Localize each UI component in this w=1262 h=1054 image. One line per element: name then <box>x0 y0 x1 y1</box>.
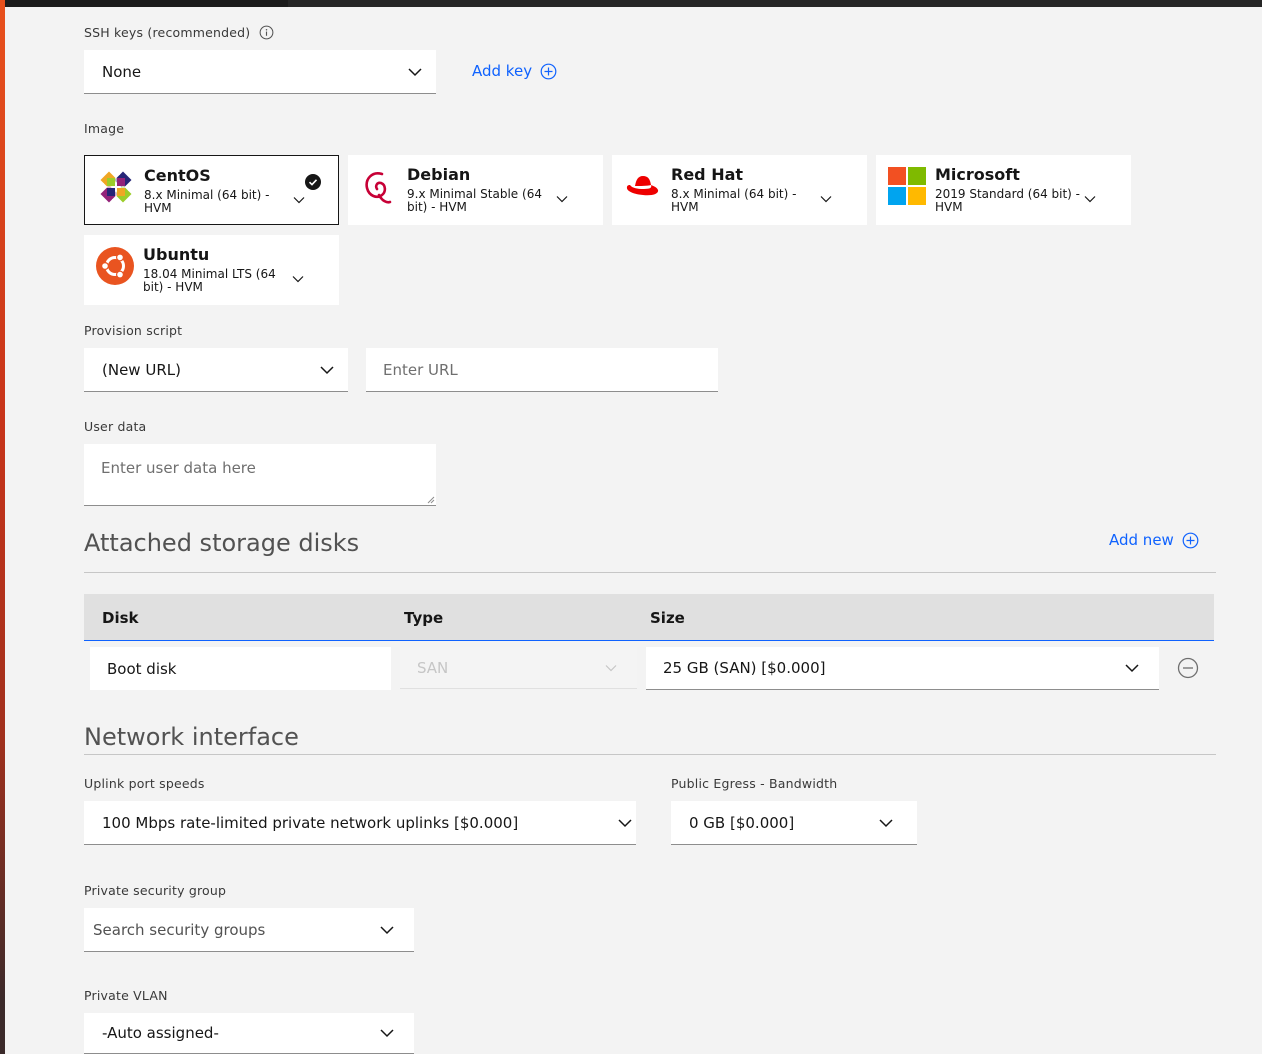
image-card-ubuntu[interactable]: Ubuntu 18.04 Minimal LTS (64 bit) - HVM <box>84 235 339 305</box>
disk-type: SAN <box>417 658 449 677</box>
column-header-type: Type <box>404 609 444 627</box>
chevron-down-icon[interactable] <box>820 195 832 203</box>
image-name: Debian <box>407 165 471 184</box>
uplink-port-select[interactable]: 100 Mbps rate-limited private network up… <box>84 801 636 845</box>
image-desc: 8.x Minimal (64 bit) - HVM <box>671 187 797 214</box>
user-data-textarea[interactable]: Enter user data here <box>84 444 436 506</box>
chevron-down-icon[interactable] <box>556 195 568 203</box>
provision-script-value: (New URL) <box>102 360 181 379</box>
microsoft-logo-icon <box>888 167 926 205</box>
uplink-value: 100 Mbps rate-limited private network up… <box>102 813 519 832</box>
security-group-select[interactable]: Search security groups <box>84 908 414 952</box>
image-desc: 8.x Minimal (64 bit) - HVM <box>144 188 270 215</box>
provision-script-label: Provision script <box>84 323 183 338</box>
centos-logo-icon <box>99 170 133 204</box>
vlan-value: -Auto assigned- <box>102 1024 219 1042</box>
vlan-select[interactable]: -Auto assigned- <box>84 1013 414 1054</box>
add-new-label: Add new <box>1109 531 1174 549</box>
image-label: Image <box>84 121 125 136</box>
checkmark-filled-icon <box>305 174 321 190</box>
egress-value: 0 GB [$0.000] <box>689 813 795 832</box>
egress-label: Public Egress - Bandwidth <box>671 776 838 791</box>
image-card-debian[interactable]: Debian 9.x Minimal Stable (64 bit) - HVM <box>348 155 603 225</box>
image-name: Red Hat <box>671 165 744 184</box>
uplink-label: Uplink port speeds <box>84 776 205 791</box>
disk-name-cell: Boot disk <box>90 647 391 690</box>
image-name: Ubuntu <box>143 245 210 264</box>
redhat-logo-icon <box>626 176 659 196</box>
provision-script-select[interactable]: (New URL) <box>84 348 348 392</box>
chevron-down-icon <box>380 1029 394 1038</box>
image-name: Microsoft <box>935 165 1020 184</box>
vlan-label: Private VLAN <box>84 988 168 1003</box>
image-desc: 2019 Standard (64 bit) - HVM <box>935 187 1081 214</box>
chevron-down-icon[interactable] <box>1084 195 1096 203</box>
add-key-link[interactable]: Add key <box>472 62 557 80</box>
column-header-size: Size <box>650 609 685 627</box>
add-circle-icon <box>1182 532 1199 548</box>
top-bar-segment <box>5 0 288 7</box>
network-section-title: Network interface <box>84 723 299 751</box>
storage-section-title: Attached storage disks <box>84 529 360 557</box>
add-key-label: Add key <box>472 62 533 80</box>
chevron-down-icon <box>380 925 394 934</box>
chevron-down-icon[interactable] <box>292 275 304 283</box>
resize-grip-icon[interactable] <box>427 496 435 504</box>
section-divider <box>84 572 1216 573</box>
user-data-label: User data <box>84 419 147 434</box>
ssh-keys-select[interactable]: None <box>84 50 436 94</box>
provision-url-input[interactable]: Enter URL <box>366 348 718 392</box>
chevron-down-icon <box>320 365 334 374</box>
disk-size: 25 GB (SAN) [$0.000] <box>663 659 826 677</box>
disk-name: Boot disk <box>107 659 177 678</box>
image-desc: 18.04 Minimal LTS (64 bit) - HVM <box>143 267 276 294</box>
debian-logo-icon <box>365 172 392 204</box>
ubuntu-logo-icon <box>96 247 134 285</box>
info-icon[interactable] <box>259 25 274 40</box>
column-header-disk: Disk <box>102 609 139 627</box>
ssh-keys-value: None <box>102 62 142 81</box>
chevron-down-icon <box>1125 664 1139 673</box>
add-circle-icon <box>540 63 557 79</box>
egress-bandwidth-select[interactable]: 0 GB [$0.000] <box>671 801 917 845</box>
image-card-centos[interactable]: CentOS 8.x Minimal (64 bit) - HVM <box>84 155 339 225</box>
disk-table-header: Disk Type Size <box>84 594 1214 641</box>
chevron-down-icon <box>408 67 422 76</box>
chevron-down-icon <box>618 818 632 827</box>
ssh-keys-label: SSH keys (recommended) <box>84 25 251 40</box>
chevron-down-icon[interactable] <box>293 196 305 204</box>
image-card-redhat[interactable]: Red Hat 8.x Minimal (64 bit) - HVM <box>612 155 867 225</box>
window-edge <box>0 0 5 1054</box>
provision-url-placeholder: Enter URL <box>383 360 458 379</box>
add-new-disk-link[interactable]: Add new <box>1109 531 1199 549</box>
security-group-placeholder: Search security groups <box>93 920 266 939</box>
disk-size-select[interactable]: 25 GB (SAN) [$0.000] <box>646 647 1159 690</box>
image-card-microsoft[interactable]: Microsoft 2019 Standard (64 bit) - HVM <box>876 155 1131 225</box>
user-data-placeholder: Enter user data here <box>101 459 256 477</box>
security-group-label: Private security group <box>84 883 227 898</box>
chevron-down-icon <box>605 665 617 672</box>
image-name: CentOS <box>144 166 211 185</box>
top-bar <box>5 0 1262 7</box>
section-divider <box>84 754 1216 755</box>
disk-type-select: SAN <box>400 647 637 689</box>
remove-disk-icon[interactable] <box>1177 657 1199 679</box>
chevron-down-icon <box>879 818 893 827</box>
image-desc: 9.x Minimal Stable (64 bit) - HVM <box>407 187 542 214</box>
